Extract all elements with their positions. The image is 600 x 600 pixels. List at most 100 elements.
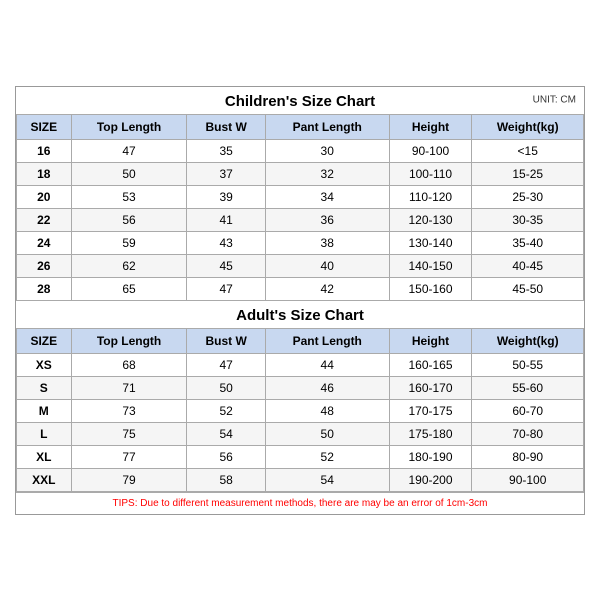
children-table: SIZE Top Length Bust W Pant Length Heigh…: [16, 114, 584, 301]
tips-text: TIPS: Due to different measurement metho…: [16, 492, 584, 514]
data-cell: 56: [187, 445, 265, 468]
data-cell: 160-165: [389, 353, 472, 376]
data-cell: 50: [71, 162, 187, 185]
data-cell: 70-80: [472, 422, 584, 445]
data-cell: 75: [71, 422, 187, 445]
size-cell: XS: [17, 353, 72, 376]
data-cell: 46: [265, 376, 389, 399]
table-row: M735248170-17560-70: [17, 399, 584, 422]
children-section-title: Children's Size Chart UNIT: CM: [16, 87, 584, 114]
data-cell: 50: [187, 376, 265, 399]
data-cell: 52: [265, 445, 389, 468]
children-header-row: SIZE Top Length Bust W Pant Length Heigh…: [17, 114, 584, 139]
data-cell: 48: [265, 399, 389, 422]
size-cell: 26: [17, 254, 72, 277]
data-cell: 190-200: [389, 468, 472, 491]
adult-col-pant-length: Pant Length: [265, 328, 389, 353]
data-cell: 68: [71, 353, 187, 376]
data-cell: 58: [187, 468, 265, 491]
data-cell: 35: [187, 139, 265, 162]
data-cell: 35-40: [472, 231, 584, 254]
size-cell: M: [17, 399, 72, 422]
data-cell: 120-130: [389, 208, 472, 231]
table-row: XXL795854190-20090-100: [17, 468, 584, 491]
data-cell: 44: [265, 353, 389, 376]
table-row: 20533934110-12025-30: [17, 185, 584, 208]
table-row: 28654742150-16045-50: [17, 277, 584, 300]
data-cell: 47: [71, 139, 187, 162]
data-cell: <15: [472, 139, 584, 162]
adults-section-title: Adult's Size Chart: [16, 301, 584, 328]
col-top-length: Top Length: [71, 114, 187, 139]
data-cell: 25-30: [472, 185, 584, 208]
data-cell: 73: [71, 399, 187, 422]
col-size: SIZE: [17, 114, 72, 139]
data-cell: 55-60: [472, 376, 584, 399]
data-cell: 170-175: [389, 399, 472, 422]
data-cell: 30: [265, 139, 389, 162]
table-row: XL775652180-19080-90: [17, 445, 584, 468]
table-row: XS684744160-16550-55: [17, 353, 584, 376]
size-cell: 18: [17, 162, 72, 185]
data-cell: 43: [187, 231, 265, 254]
data-cell: 42: [265, 277, 389, 300]
data-cell: 54: [187, 422, 265, 445]
adults-header-row: SIZE Top Length Bust W Pant Length Heigh…: [17, 328, 584, 353]
data-cell: 175-180: [389, 422, 472, 445]
children-title-text: Children's Size Chart: [225, 93, 375, 110]
table-row: S715046160-17055-60: [17, 376, 584, 399]
data-cell: 160-170: [389, 376, 472, 399]
data-cell: 47: [187, 353, 265, 376]
size-cell: 22: [17, 208, 72, 231]
data-cell: 56: [71, 208, 187, 231]
data-cell: 71: [71, 376, 187, 399]
table-row: 22564136120-13030-35: [17, 208, 584, 231]
unit-label: UNIT: CM: [533, 95, 576, 106]
data-cell: 130-140: [389, 231, 472, 254]
col-weight: Weight(kg): [472, 114, 584, 139]
data-cell: 140-150: [389, 254, 472, 277]
data-cell: 77: [71, 445, 187, 468]
size-cell: S: [17, 376, 72, 399]
col-height: Height: [389, 114, 472, 139]
size-cell: 20: [17, 185, 72, 208]
table-row: 1647353090-100<15: [17, 139, 584, 162]
data-cell: 59: [71, 231, 187, 254]
data-cell: 34: [265, 185, 389, 208]
data-cell: 54: [265, 468, 389, 491]
data-cell: 36: [265, 208, 389, 231]
size-chart: Children's Size Chart UNIT: CM SIZE Top …: [15, 86, 585, 515]
adult-col-bust-w: Bust W: [187, 328, 265, 353]
data-cell: 65: [71, 277, 187, 300]
size-cell: L: [17, 422, 72, 445]
adults-table: SIZE Top Length Bust W Pant Length Heigh…: [16, 328, 584, 492]
data-cell: 45-50: [472, 277, 584, 300]
size-cell: 16: [17, 139, 72, 162]
data-cell: 39: [187, 185, 265, 208]
data-cell: 37: [187, 162, 265, 185]
data-cell: 150-160: [389, 277, 472, 300]
table-row: 26624540140-15040-45: [17, 254, 584, 277]
adults-title-text: Adult's Size Chart: [236, 307, 364, 324]
data-cell: 52: [187, 399, 265, 422]
data-cell: 30-35: [472, 208, 584, 231]
data-cell: 47: [187, 277, 265, 300]
data-cell: 60-70: [472, 399, 584, 422]
table-row: 24594338130-14035-40: [17, 231, 584, 254]
data-cell: 40: [265, 254, 389, 277]
adult-col-height: Height: [389, 328, 472, 353]
table-row: L755450175-18070-80: [17, 422, 584, 445]
data-cell: 100-110: [389, 162, 472, 185]
data-cell: 53: [71, 185, 187, 208]
adult-col-top-length: Top Length: [71, 328, 187, 353]
size-cell: 24: [17, 231, 72, 254]
data-cell: 90-100: [389, 139, 472, 162]
data-cell: 80-90: [472, 445, 584, 468]
data-cell: 40-45: [472, 254, 584, 277]
data-cell: 79: [71, 468, 187, 491]
data-cell: 32: [265, 162, 389, 185]
data-cell: 15-25: [472, 162, 584, 185]
table-row: 18503732100-11015-25: [17, 162, 584, 185]
data-cell: 90-100: [472, 468, 584, 491]
data-cell: 50-55: [472, 353, 584, 376]
